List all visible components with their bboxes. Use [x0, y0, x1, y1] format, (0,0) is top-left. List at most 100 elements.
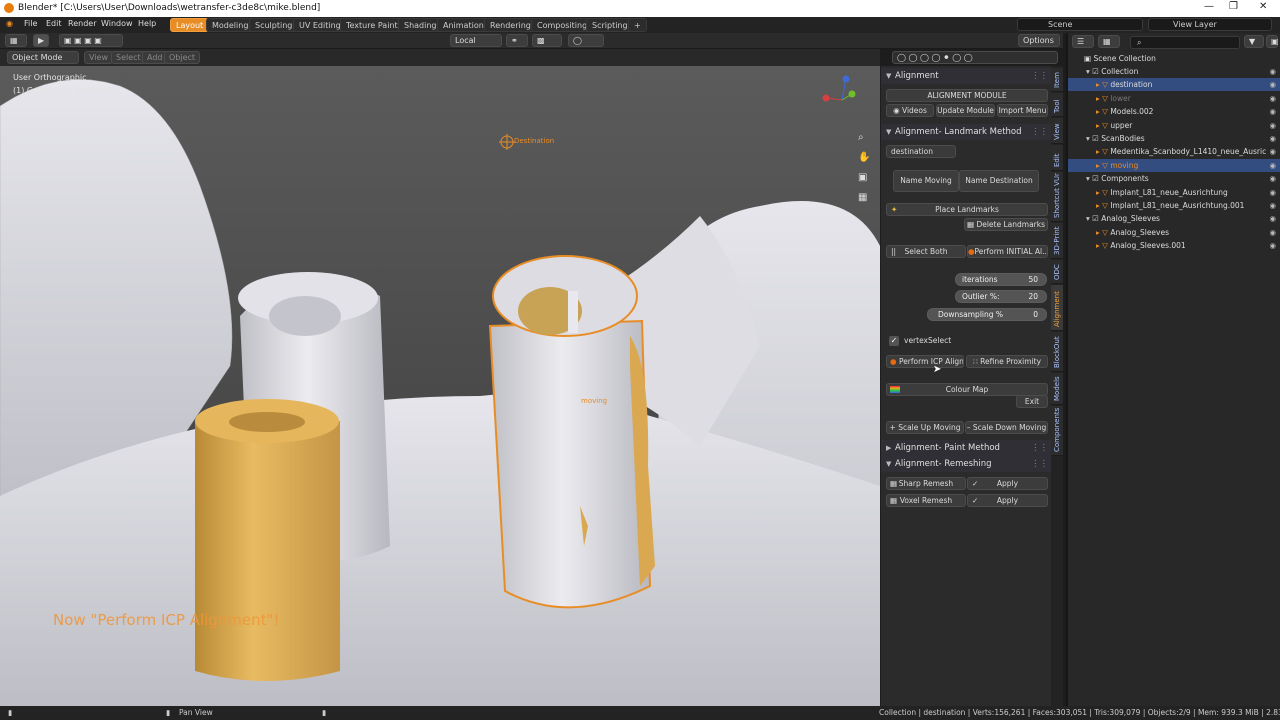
outliner-row[interactable]: ▾ ☑ Analog_Sleeves ◉	[1068, 212, 1280, 225]
outliner-row[interactable]: ▾ ☑ Collection ◉	[1068, 65, 1280, 78]
blender-menu-icon[interactable]: ◉	[6, 19, 13, 28]
pan-hand-icon[interactable]: ✋	[858, 152, 870, 163]
outliner-search-input[interactable]: ⌕	[1130, 36, 1240, 49]
iterations-field[interactable]: iterations 50	[955, 273, 1047, 286]
import-menu-button[interactable]: Import Menu	[997, 104, 1048, 117]
filter-icon[interactable]: ▼	[1244, 35, 1264, 48]
visibility-eye-icon[interactable]: ◉	[1269, 226, 1276, 239]
outliner-row[interactable]: ▸ ▽ destination ◉	[1068, 78, 1280, 92]
snap-icon[interactable]: ▩	[532, 34, 562, 47]
display-mode-icon[interactable]: ▦	[1098, 35, 1120, 48]
alignment-module-button[interactable]: ALIGNMENT MODULE	[886, 89, 1048, 102]
tab-shortcut-vur[interactable]: Shortcut VUr	[1051, 172, 1063, 222]
place-landmarks-button[interactable]: ✦ Place Landmarks	[886, 203, 1048, 216]
outliner-row[interactable]: ▸ ▽ Analog_Sleeves ◉	[1068, 226, 1280, 239]
videos-button[interactable]: ◉ Videos	[886, 104, 934, 117]
add-workspace-button[interactable]: +	[628, 18, 647, 32]
outliner-row[interactable]: ▸ ▽ Implant_L81_neue_Ausrichtung.001 ◉	[1068, 199, 1280, 212]
menu-edit[interactable]: Edit	[46, 19, 62, 28]
refine-proximity-button[interactable]: ∷ Refine Proximity	[966, 355, 1048, 368]
drag-handle-icon[interactable]: ⋮⋮	[1031, 124, 1048, 140]
proportional-edit-icon[interactable]: ◯	[568, 34, 604, 47]
drag-handle-icon[interactable]: ⋮⋮	[1031, 440, 1048, 456]
scene-selector[interactable]: Scene	[1017, 18, 1143, 31]
visibility-eye-icon[interactable]: ◉	[1269, 172, 1276, 185]
tab-modeling[interactable]: Modeling	[206, 18, 255, 32]
perform-icp-alignment-button[interactable]: ● Perform ICP Align...	[886, 355, 964, 368]
options-dropdown[interactable]: Options	[1018, 34, 1060, 47]
vertex-select-checkbox[interactable]: ✓	[889, 336, 899, 346]
orientation-dropdown[interactable]: Local	[450, 34, 502, 47]
visibility-eye-icon[interactable]: ◉	[1269, 92, 1276, 105]
destination-field[interactable]: destination	[886, 145, 956, 158]
camera-icon[interactable]: ▣	[858, 172, 867, 183]
exit-button[interactable]: Exit	[1016, 395, 1048, 408]
tab-rendering[interactable]: Rendering	[484, 18, 537, 32]
tab-alignment[interactable]: Alignment	[1051, 285, 1063, 331]
outliner-row[interactable]: ▾ ☑ ScanBodies ◉	[1068, 132, 1280, 145]
visibility-eye-icon[interactable]: ◉	[1269, 145, 1276, 158]
voxel-remesh-button[interactable]: ▦ Voxel Remesh	[886, 494, 966, 507]
viewport-shading-icons[interactable]: ◯ ◯ ◯ ◯ ⚫ ◯ ◯	[892, 51, 1058, 64]
outliner-row[interactable]: ▾ ☑ Components ◉	[1068, 172, 1280, 185]
menu-window[interactable]: Window	[101, 19, 133, 28]
tab-compositing[interactable]: Compositing	[531, 18, 594, 32]
new-collection-icon[interactable]: ▣	[1266, 35, 1279, 48]
tab-edit[interactable]: Edit	[1051, 145, 1063, 171]
mode-dropdown[interactable]: Object Mode	[7, 51, 79, 64]
tab-animation[interactable]: Animation	[437, 18, 490, 32]
outliner-root[interactable]: ▣ Scene Collection	[1068, 52, 1280, 65]
editor-type-icon[interactable]: ▦	[5, 34, 27, 47]
menu-select[interactable]: Select	[111, 51, 146, 64]
delete-landmarks-button[interactable]: ▦ Delete Landmarks	[964, 218, 1048, 231]
visibility-eye-icon[interactable]: ◉	[1269, 159, 1276, 172]
visibility-eye-icon[interactable]: ◉	[1269, 239, 1276, 252]
downsampling-field[interactable]: Downsampling % 0	[927, 308, 1047, 321]
outliner-row[interactable]: ▸ ▽ Medentika_Scanbody_L1410_neue_Ausric…	[1068, 145, 1280, 158]
visibility-eye-icon[interactable]: ◉	[1269, 132, 1276, 145]
tab-sculpting[interactable]: Sculpting	[249, 18, 299, 32]
menu-help[interactable]: Help	[138, 19, 156, 28]
voxel-remesh-apply-button[interactable]: ✓ Apply	[967, 494, 1048, 507]
select-tool-icon[interactable]: ▶	[33, 34, 49, 47]
menu-object[interactable]: Object	[164, 51, 201, 64]
tab-texture-paint[interactable]: Texture Paint	[340, 18, 404, 32]
3d-viewport[interactable]: User Orthographic (1) Collection | desti…	[0, 66, 880, 706]
scale-up-moving-button[interactable]: + Scale Up Moving	[886, 421, 964, 434]
tab-tool[interactable]: Tool	[1051, 93, 1063, 117]
visibility-eye-icon[interactable]: ◉	[1269, 199, 1276, 212]
alignment-panel-header[interactable]: ▼ Alignment ⋮⋮	[881, 68, 1052, 84]
visibility-eye-icon[interactable]: ◉	[1269, 212, 1276, 225]
update-module-button[interactable]: Update Module	[936, 104, 995, 117]
menu-view[interactable]: View	[84, 51, 113, 64]
outliner-editor-type-icon[interactable]: ☰	[1072, 35, 1094, 48]
sharp-remesh-apply-button[interactable]: ✓ Apply	[967, 477, 1048, 490]
pivot-icon[interactable]: ⚭	[506, 34, 528, 47]
paint-method-panel-header[interactable]: ▶ Alignment- Paint Method ⋮⋮	[881, 440, 1052, 456]
outliner-row[interactable]: ▸ ▽ moving ◉	[1068, 158, 1280, 172]
tab-scripting[interactable]: Scripting	[586, 18, 634, 32]
zoom-icon[interactable]: ⌕	[858, 132, 864, 143]
sharp-remesh-button[interactable]: ▦ Sharp Remesh	[886, 477, 966, 490]
outlier-field[interactable]: Outlier %: 20	[955, 290, 1047, 303]
select-mode-icons[interactable]: ▣ ▣ ▣ ▣	[59, 34, 123, 47]
outliner-row[interactable]: ▸ ▽ Implant_L81_neue_Ausrichtung ◉	[1068, 186, 1280, 199]
tab-3d-print[interactable]: 3D-Print	[1051, 223, 1063, 259]
tab-uv-editing[interactable]: UV Editing	[293, 18, 347, 32]
tab-models[interactable]: Models	[1051, 373, 1063, 405]
visibility-eye-icon[interactable]: ◉	[1269, 105, 1276, 118]
tab-odc[interactable]: ODC	[1051, 260, 1063, 284]
drag-handle-icon[interactable]: ⋮⋮	[1031, 68, 1048, 84]
visibility-eye-icon[interactable]: ◉	[1269, 186, 1276, 199]
menu-render[interactable]: Render	[68, 19, 96, 28]
name-moving-button[interactable]: Name Moving	[893, 170, 959, 192]
landmark-panel-header[interactable]: ▼ Alignment- Landmark Method ⋮⋮	[881, 124, 1052, 140]
tab-blockout[interactable]: BlockOut	[1051, 332, 1063, 372]
tab-layout[interactable]: Layout	[170, 18, 210, 32]
minimize-icon[interactable]: —	[1204, 1, 1214, 12]
tab-components[interactable]: Components	[1051, 406, 1063, 456]
visibility-eye-icon[interactable]: ◉	[1269, 78, 1276, 91]
visibility-eye-icon[interactable]: ◉	[1269, 119, 1276, 132]
outliner-row[interactable]: ▸ ▽ Models.002 ◉	[1068, 105, 1280, 118]
remeshing-panel-header[interactable]: ▼ Alignment- Remeshing ⋮⋮	[881, 456, 1052, 472]
